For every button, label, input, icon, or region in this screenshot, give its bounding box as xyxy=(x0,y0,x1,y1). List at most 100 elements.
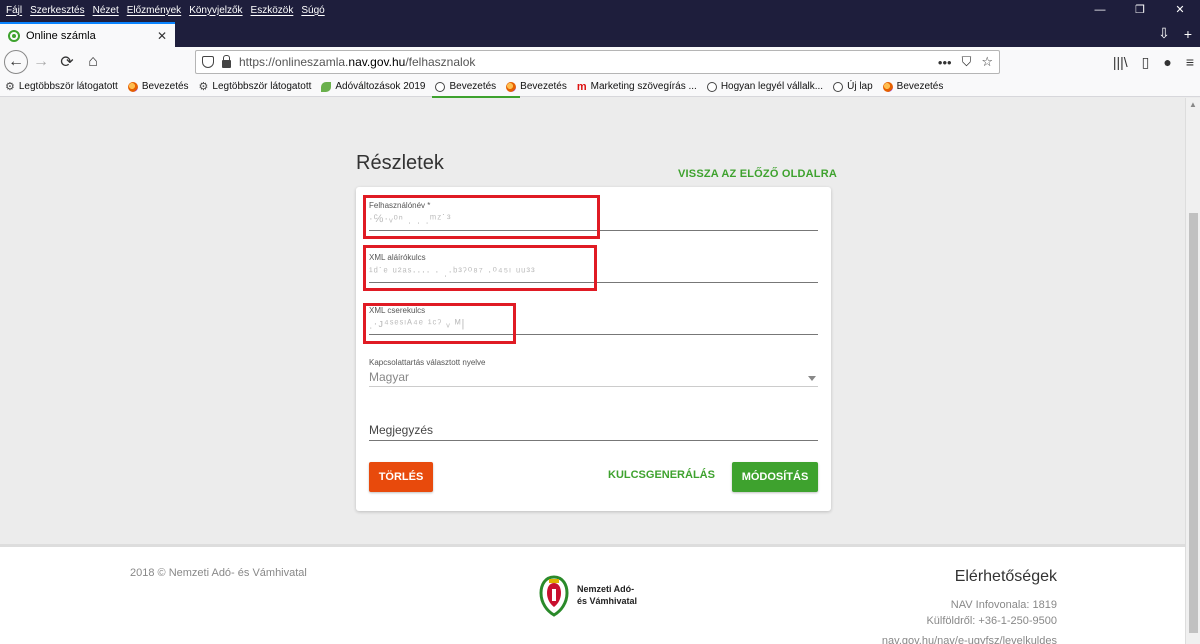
bookmark-label: Adóváltozások 2019 xyxy=(335,81,426,92)
bookmark-label: Bevezetés xyxy=(449,81,497,92)
address-bar[interactable]: https://onlineszamla.nav.gov.hu/felhaszn… xyxy=(195,50,1000,74)
bookmark-item[interactable]: ⚙ Legtöbbször látogatott xyxy=(194,81,317,92)
delete-button[interactable]: TÖRLÉS xyxy=(369,462,433,492)
page-scrollbar[interactable]: ▲ xyxy=(1185,98,1200,644)
new-tab-button[interactable]: + xyxy=(1176,26,1200,42)
nav-logo: Nemzeti Adó- és Vámhivatal xyxy=(537,571,637,619)
comment-placeholder[interactable]: Megjegyzés xyxy=(369,423,818,437)
bookmark-item[interactable]: Adóváltozások 2019 xyxy=(316,81,430,92)
toolbar-right: |||\ ▯ ● ≡ xyxy=(1113,47,1194,77)
close-window-button[interactable]: ✕ xyxy=(1160,0,1200,20)
minimize-button[interactable]: — xyxy=(1080,0,1120,20)
language-label: Kapcsolattartás választott nyelve xyxy=(369,358,486,367)
bookmark-label: Bevezetés xyxy=(896,81,944,92)
bookmark-label: Legtöbbször látogatott xyxy=(212,81,312,92)
comment-field[interactable]: Megjegyzés xyxy=(369,423,818,441)
bookmark-item[interactable]: Bevezetés xyxy=(430,81,501,92)
language-select[interactable]: Kapcsolattartás választott nyelve Magyar xyxy=(369,358,818,387)
url-text[interactable]: https://onlineszamla.nav.gov.hu/felhaszn… xyxy=(239,55,475,69)
reload-button[interactable]: ⟳ xyxy=(54,49,80,75)
page-actions-icon[interactable]: ••• xyxy=(938,55,952,70)
library-icon[interactable]: |||\ xyxy=(1113,54,1128,70)
bookmark-label: Legtöbbször látogatott xyxy=(18,81,118,92)
firefox-icon xyxy=(882,81,893,92)
url-prefix: https://onlineszamla. xyxy=(239,55,349,69)
firefox-icon xyxy=(127,81,138,92)
bookmark-item[interactable]: Hogyan legyél vállalk... xyxy=(702,81,828,92)
menu-bar: Fájl Szerkesztés Nézet Előzmények Könyvj… xyxy=(0,0,1200,20)
bookmark-item[interactable]: Bevezetés xyxy=(878,81,949,92)
restore-button[interactable]: ❐ xyxy=(1120,0,1160,20)
field-underline xyxy=(369,440,818,441)
bookmark-label: Hogyan legyél vállalk... xyxy=(720,81,824,92)
copyright-text: 2018 © Nemzeti Adó- és Vámhivatal xyxy=(130,567,307,579)
tab-close-icon[interactable]: ✕ xyxy=(157,29,167,43)
menu-bookmarks[interactable]: Könyvjelzők xyxy=(185,5,246,16)
scroll-up-icon[interactable]: ▲ xyxy=(1189,100,1197,109)
logo-line-1: Nemzeti Adó- xyxy=(577,584,635,594)
highlight-box xyxy=(363,195,600,239)
bookmark-star-icon[interactable]: ☆ xyxy=(981,54,993,70)
bookmark-label: Bevezetés xyxy=(141,81,189,92)
menu-tools[interactable]: Eszközök xyxy=(247,5,298,16)
infoline-text: NAV Infovonala: 1819 xyxy=(950,599,1057,611)
tab-title: Online számla xyxy=(26,29,96,42)
field-underline xyxy=(369,386,818,387)
tab-overflow-icon[interactable]: ⇩ xyxy=(1152,25,1176,42)
bookmarks-bar: ⚙ Legtöbbször látogatott Bevezetés ⚙ Legtö… xyxy=(0,77,1200,97)
leaf-icon xyxy=(321,81,332,92)
menu-edit[interactable]: Szerkesztés xyxy=(26,5,88,16)
globe-icon xyxy=(833,81,844,92)
modify-button[interactable]: MÓDOSÍTÁS xyxy=(732,462,818,492)
firefox-icon xyxy=(506,81,517,92)
contact-link[interactable]: nav.gov.hu/nav/e-ugyfsz/levelkuldes xyxy=(882,633,1057,644)
contacts-title: Elérhetőségek xyxy=(954,568,1057,585)
hamburger-menu-icon[interactable]: ≡ xyxy=(1186,54,1194,70)
bookmark-item[interactable]: Új lap xyxy=(828,81,878,92)
window-controls: — ❐ ✕ xyxy=(1080,0,1200,20)
navigation-bar: ← → ⟳ ⌂ https://onlineszamla.nav.gov.hu/… xyxy=(0,47,1200,77)
home-button[interactable]: ⌂ xyxy=(80,49,106,75)
menu-help[interactable]: Súgó xyxy=(297,5,328,16)
highlight-box xyxy=(363,303,516,344)
logo-text: Nemzeti Adó- és Vámhivatal xyxy=(577,583,637,607)
crest-icon xyxy=(539,575,569,617)
globe-icon xyxy=(435,81,446,92)
back-button[interactable]: ← xyxy=(4,50,28,74)
tabstrip-actions: ⇩ + xyxy=(1152,20,1200,47)
site-favicon-icon xyxy=(8,29,20,42)
abroad-phone-text: Külföldről: +36-1-250-9500 xyxy=(926,615,1057,627)
pocket-icon[interactable]: ⛉ xyxy=(962,54,972,70)
back-to-previous-link[interactable]: VISSZA AZ ELŐZŐ OLDALRA xyxy=(678,168,837,180)
m-icon: m xyxy=(576,80,587,93)
chevron-down-icon[interactable] xyxy=(808,376,816,381)
bookmark-item[interactable]: Bevezetés xyxy=(501,81,572,92)
url-actions: ••• ⛉ ☆ xyxy=(938,51,993,73)
menu-view[interactable]: Nézet xyxy=(89,5,123,16)
globe-icon xyxy=(706,81,717,92)
highlight-box xyxy=(363,245,597,291)
tracking-shield-icon[interactable] xyxy=(202,56,214,68)
bookmark-item[interactable]: Bevezetés xyxy=(123,81,194,92)
keygen-button[interactable]: KULCSGENERÁLÁS xyxy=(608,469,715,481)
sidebar-icon[interactable]: ▯ xyxy=(1142,54,1150,71)
bookmark-item[interactable]: ⚙ Legtöbbször látogatott xyxy=(0,81,123,92)
menu-history[interactable]: Előzmények xyxy=(123,5,185,16)
bookmark-item[interactable]: m Marketing szövegírás ... xyxy=(572,81,702,92)
gear-icon: ⚙ xyxy=(198,80,209,93)
scrollbar-thumb[interactable] xyxy=(1189,213,1198,633)
bookmark-label: Marketing szövegírás ... xyxy=(590,81,697,92)
menu-file[interactable]: Fájl xyxy=(0,5,26,16)
page-footer: 2018 © Nemzeti Adó- és Vámhivatal Nemzet… xyxy=(0,544,1185,644)
contacts-block: Elérhetőségek NAV Infovonala: 1819 Külfö… xyxy=(882,567,1057,644)
url-path: /felhasznalok xyxy=(405,55,476,69)
page-title: Részletek xyxy=(356,152,444,174)
language-value[interactable]: Magyar xyxy=(369,367,818,384)
lock-icon[interactable] xyxy=(222,54,231,68)
tab-online-szamla[interactable]: Online számla ✕ xyxy=(0,22,175,47)
bookmark-label: Bevezetés xyxy=(520,81,567,92)
forward-button[interactable]: → xyxy=(28,49,54,75)
logo-line-2: és Vámhivatal xyxy=(577,596,638,606)
account-icon[interactable]: ● xyxy=(1163,54,1171,70)
tab-strip: Online számla ✕ xyxy=(0,20,1200,47)
